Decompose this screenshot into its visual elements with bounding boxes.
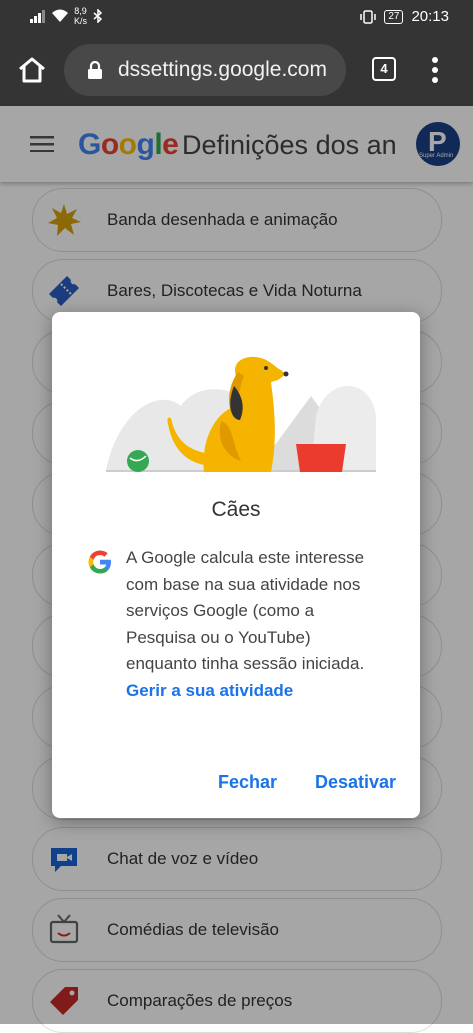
battery-level: 27	[384, 9, 404, 24]
dialog-body-text: A Google calcula este interesse com base…	[126, 548, 365, 673]
status-bar: 8,9 K/s 27 20:13	[0, 0, 473, 34]
address-bar[interactable]: dssettings.google.com	[64, 44, 346, 96]
tab-switcher-button[interactable]: 4	[372, 57, 396, 81]
manage-activity-link[interactable]: Gerir a sua atividade	[126, 681, 293, 700]
speed-value: 8,9	[74, 6, 87, 16]
signal-icon	[30, 10, 45, 23]
browser-toolbar: dssettings.google.com 4	[0, 34, 473, 106]
more-menu-icon[interactable]	[430, 56, 440, 84]
home-icon[interactable]	[16, 54, 48, 86]
dialog-body: A Google calcula este interesse com base…	[126, 545, 386, 704]
disable-button[interactable]: Desativar	[315, 772, 396, 793]
url-text: dssettings.google.com	[118, 58, 327, 81]
wifi-icon	[52, 9, 68, 22]
clock: 20:13	[411, 8, 449, 25]
network-speed: 8,9 K/s	[74, 6, 87, 26]
google-g-icon	[88, 550, 111, 574]
speed-unit: K/s	[74, 16, 88, 26]
bluetooth-icon	[93, 9, 103, 23]
dog-illustration	[106, 356, 376, 472]
vibrate-icon	[360, 9, 377, 24]
dialog-title: Cães	[211, 498, 261, 521]
close-button[interactable]: Fechar	[218, 772, 277, 793]
interest-dialog: Cães A Google calcula este interesse com…	[52, 312, 420, 818]
lock-icon	[88, 61, 102, 79]
